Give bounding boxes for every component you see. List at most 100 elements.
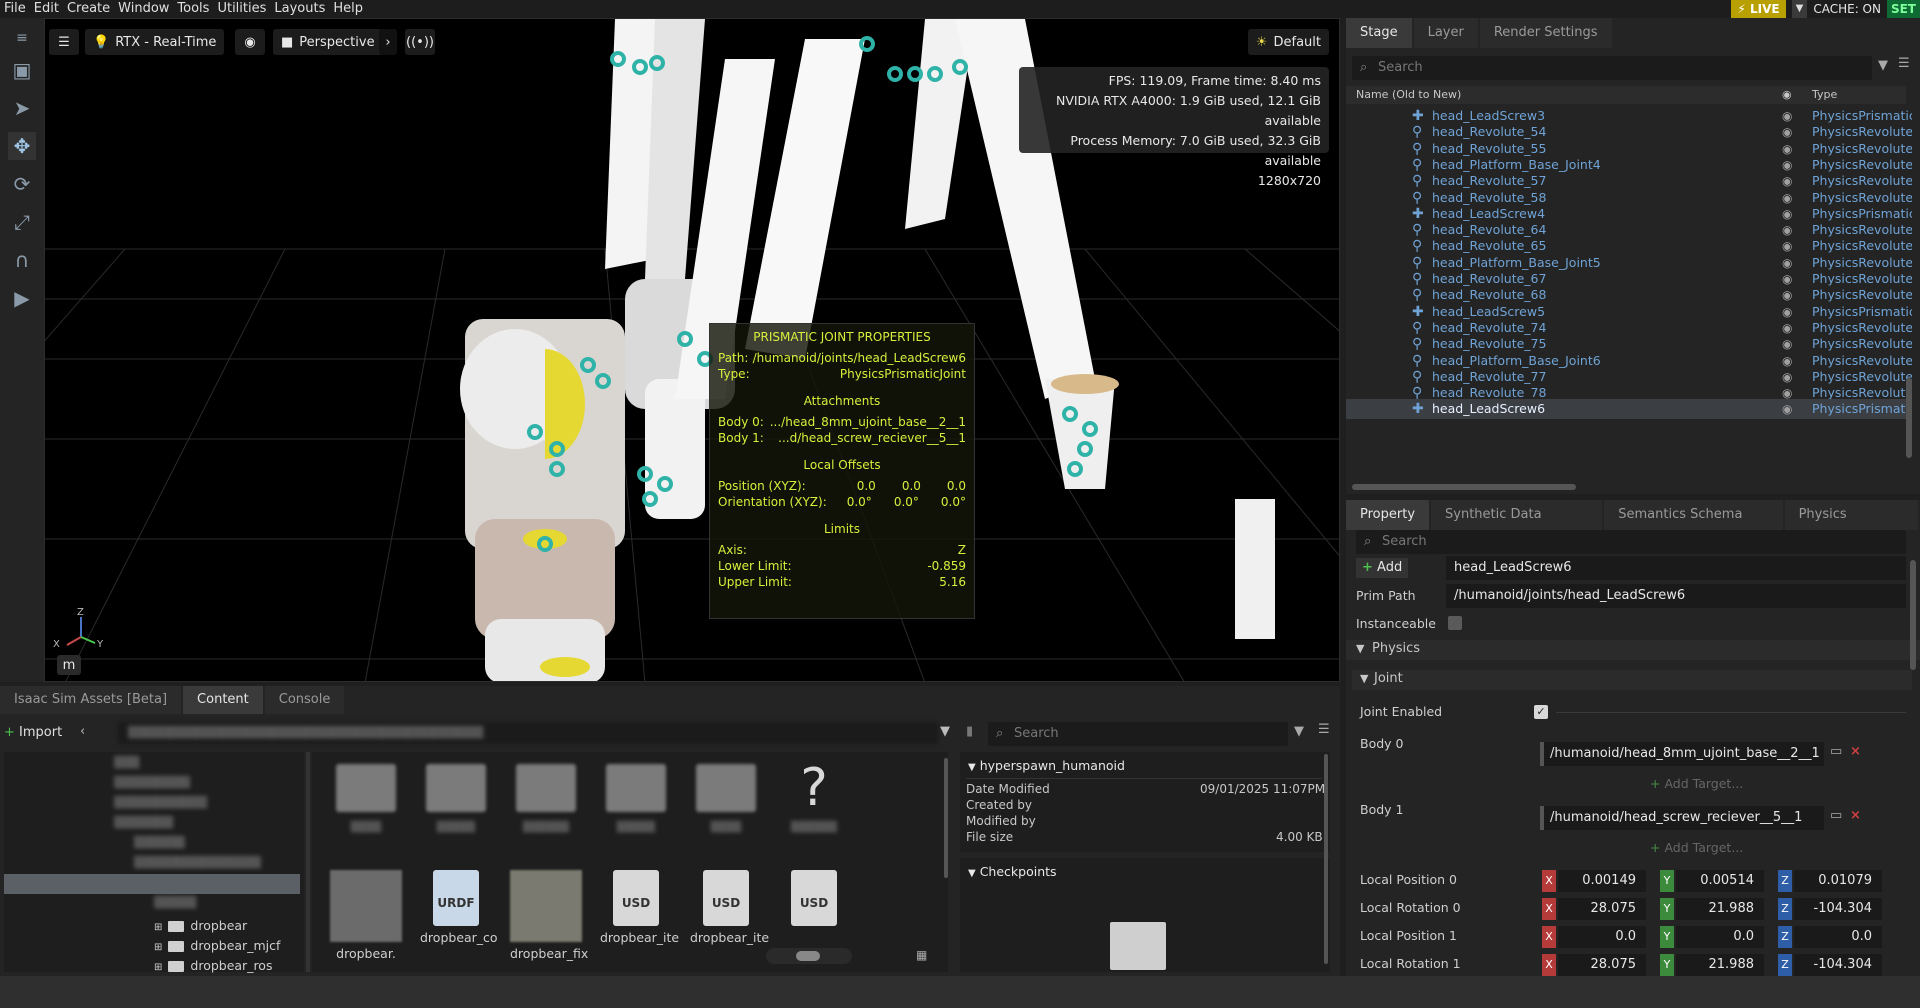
blurred-folder[interactable]: ▒▒▒▒ [330, 764, 402, 833]
play-icon[interactable]: ▶ [8, 284, 36, 312]
pointer-icon[interactable]: ➤ [8, 94, 36, 122]
broadcast-button[interactable]: ((•)) [405, 29, 435, 55]
folder-icon[interactable]: ▭ [1830, 808, 1842, 823]
camera-expand-button[interactable]: › [379, 29, 397, 55]
blurred-folder[interactable]: ▒▒▒▒ [690, 764, 762, 833]
local-rot0-x-field[interactable]: 28.075 [1558, 898, 1646, 920]
path-bar[interactable]: ▒▒▒▒▒▒▒▒▒▒▒▒▒▒▒▒▒▒▒▒▒▒▒▒▒▒▒▒▒▒▒▒▒▒▒▒▒▒▒▒… [118, 722, 938, 744]
lighting-button[interactable]: ☀ Default [1247, 29, 1329, 55]
local-rot0-y-field[interactable]: 21.988 [1676, 898, 1764, 920]
tab-property[interactable]: Property [1346, 500, 1430, 530]
local-rot1-x-field[interactable]: 28.075 [1558, 954, 1646, 976]
tab-stage[interactable]: Stage [1346, 18, 1412, 48]
scale-icon[interactable]: ⤢ [8, 208, 36, 236]
column-name[interactable]: Name (Old to New) [1356, 86, 1461, 104]
unknown-file[interactable]: ? ▒▒▒▒▒▒ [778, 758, 850, 833]
menu-create[interactable]: Create [63, 0, 114, 18]
blurred-folder[interactable]: ▒▒▒▒▒ [420, 764, 492, 833]
joint-enabled-checkbox[interactable]: ✓ [1534, 705, 1548, 719]
body1-field[interactable]: /humanoid/head_screw_reciever__5__1 [1542, 806, 1824, 830]
tree-item-dropbear-ros[interactable]: ⊞ dropbear_ros [154, 956, 272, 976]
grid-scrollbar[interactable] [944, 758, 948, 878]
add-button[interactable]: + Add [1356, 558, 1409, 578]
file-dropbear-ite-2[interactable]: USD dropbear_ite [690, 870, 769, 945]
tab-physics-inspector[interactable]: Physics Inspector: [1784, 500, 1918, 552]
local-rot0-z-field[interactable]: -104.304 [1794, 898, 1882, 920]
select-mode-icon[interactable]: ▣ [8, 56, 36, 84]
back-icon[interactable]: ‹ [80, 724, 85, 739]
viewport-settings-button[interactable]: ☰ [49, 29, 79, 55]
drag-handle[interactable] [1540, 742, 1544, 766]
file-dropbear[interactable]: dropbear. [330, 870, 402, 961]
tab-isaac-assets[interactable]: Isaac Sim Assets [Beta] [0, 686, 182, 714]
column-visibility-icon[interactable]: ◉ [1782, 86, 1792, 104]
stage-search-input[interactable]: ⌕ Search [1352, 56, 1872, 80]
splitter[interactable] [306, 752, 310, 972]
tab-console[interactable]: Console [264, 686, 345, 714]
local-pos1-z-field[interactable]: 0.0 [1794, 926, 1882, 948]
camera-button[interactable]: ■ Perspective [273, 29, 383, 55]
local-pos1-y-field[interactable]: 0.0 [1676, 926, 1764, 948]
visibility-button[interactable]: ◉ [235, 29, 265, 55]
checkpoints-header[interactable]: ▼ Checkpoints [968, 864, 1057, 879]
instanceable-checkbox[interactable] [1448, 616, 1462, 630]
menu-icon[interactable]: ☰ [1898, 56, 1910, 71]
render-mode-button[interactable]: 💡 RTX - Real-Time [85, 29, 225, 55]
menu-edit[interactable]: Edit [30, 0, 63, 18]
tree-item-dropbear-mjcf[interactable]: ⊞ dropbear_mjcf [154, 936, 280, 956]
menu-layouts[interactable]: Layouts [270, 0, 329, 18]
local-rot1-y-field[interactable]: 21.988 [1676, 954, 1764, 976]
prim-name-field[interactable]: head_LeadScrew6 [1446, 556, 1906, 580]
file-dropbear-ite-1[interactable]: USD dropbear_ite [600, 870, 679, 945]
tab-synthetic-data[interactable]: Synthetic Data Recorder [1431, 500, 1603, 552]
property-scrollbar[interactable] [1910, 560, 1916, 670]
import-button[interactable]: + Import [4, 722, 62, 744]
remove-icon[interactable]: × [1850, 744, 1861, 759]
joint-section-header[interactable]: ▼ Joint [1352, 670, 1912, 690]
column-type[interactable]: Type [1812, 86, 1837, 104]
local-rot1-z-field[interactable]: -104.304 [1794, 954, 1882, 976]
set-badge[interactable]: SET [1886, 0, 1920, 18]
menu-tools[interactable]: Tools [173, 0, 213, 18]
thumbnail-size-slider[interactable] [766, 948, 852, 964]
rotate-icon[interactable]: ⟳ [8, 170, 36, 198]
tab-semantics[interactable]: Semantics Schema Editor [1604, 500, 1783, 552]
filter-icon[interactable]: ▼ [1294, 724, 1304, 739]
menu-file[interactable]: File [0, 0, 30, 18]
stage-hscroll[interactable] [1352, 484, 1912, 490]
drag-handle[interactable] [1540, 806, 1544, 830]
slider-handle[interactable] [796, 951, 820, 961]
grid-view-icon[interactable]: ▦ [916, 948, 927, 962]
file-dropbear-fix[interactable]: dropbear_fix [510, 870, 588, 961]
cache-status[interactable]: CACHE: ON [1813, 2, 1881, 16]
blurred-folder[interactable]: ▒▒▒▒▒ [600, 764, 672, 833]
file-usd[interactable]: USD [778, 870, 850, 930]
viewport[interactable]: Z X Y ☰ 💡 RTX - Real-Time ◉ ■ Perspective … [44, 18, 1340, 682]
local-pos0-y-field[interactable]: 0.00514 [1676, 870, 1764, 892]
snap-icon[interactable]: ∩ [8, 246, 36, 274]
physics-section-header[interactable]: ▼ Physics [1346, 640, 1920, 660]
menu-help[interactable]: Help [329, 0, 367, 18]
content-search-input[interactable]: ⌕ Search [988, 722, 1288, 746]
tab-render-settings[interactable]: Render Settings [1479, 18, 1612, 48]
stage-tree-row[interactable]: ✚ head_LeadScrew6 ◉ PhysicsPrismatic [1346, 399, 1912, 420]
add-target-button[interactable]: + Add Target... [1650, 776, 1743, 791]
body0-field[interactable]: /humanoid/head_8mm_ujoint_base__2__1 [1542, 742, 1824, 766]
tree-selected-row[interactable] [4, 874, 300, 894]
menu-utilities[interactable]: Utilities [213, 0, 270, 18]
local-pos0-z-field[interactable]: 0.01079 [1794, 870, 1882, 892]
menu-icon[interactable]: ☰ [1318, 722, 1330, 737]
property-search-input[interactable]: ⌕ Search [1356, 530, 1906, 554]
detail-scrollbar[interactable] [1324, 754, 1328, 964]
filter-icon[interactable]: ▼ [1878, 58, 1888, 73]
unit-badge[interactable]: m [57, 655, 81, 675]
file-dropbear-co[interactable]: URDF dropbear_co [420, 870, 498, 945]
live-dropdown[interactable]: ▼ [1791, 0, 1808, 18]
prim-path-field[interactable]: /humanoid/joints/head_LeadScrew6 [1446, 584, 1906, 608]
stage-scrollbar[interactable] [1906, 378, 1912, 458]
eye-icon[interactable]: ◉ [1782, 399, 1792, 419]
local-pos0-x-field[interactable]: 0.00149 [1558, 870, 1646, 892]
tab-layer[interactable]: Layer [1413, 18, 1478, 48]
detail-header[interactable]: ▼ hyperspawn_humanoid [968, 758, 1125, 773]
remove-icon[interactable]: × [1850, 808, 1861, 823]
